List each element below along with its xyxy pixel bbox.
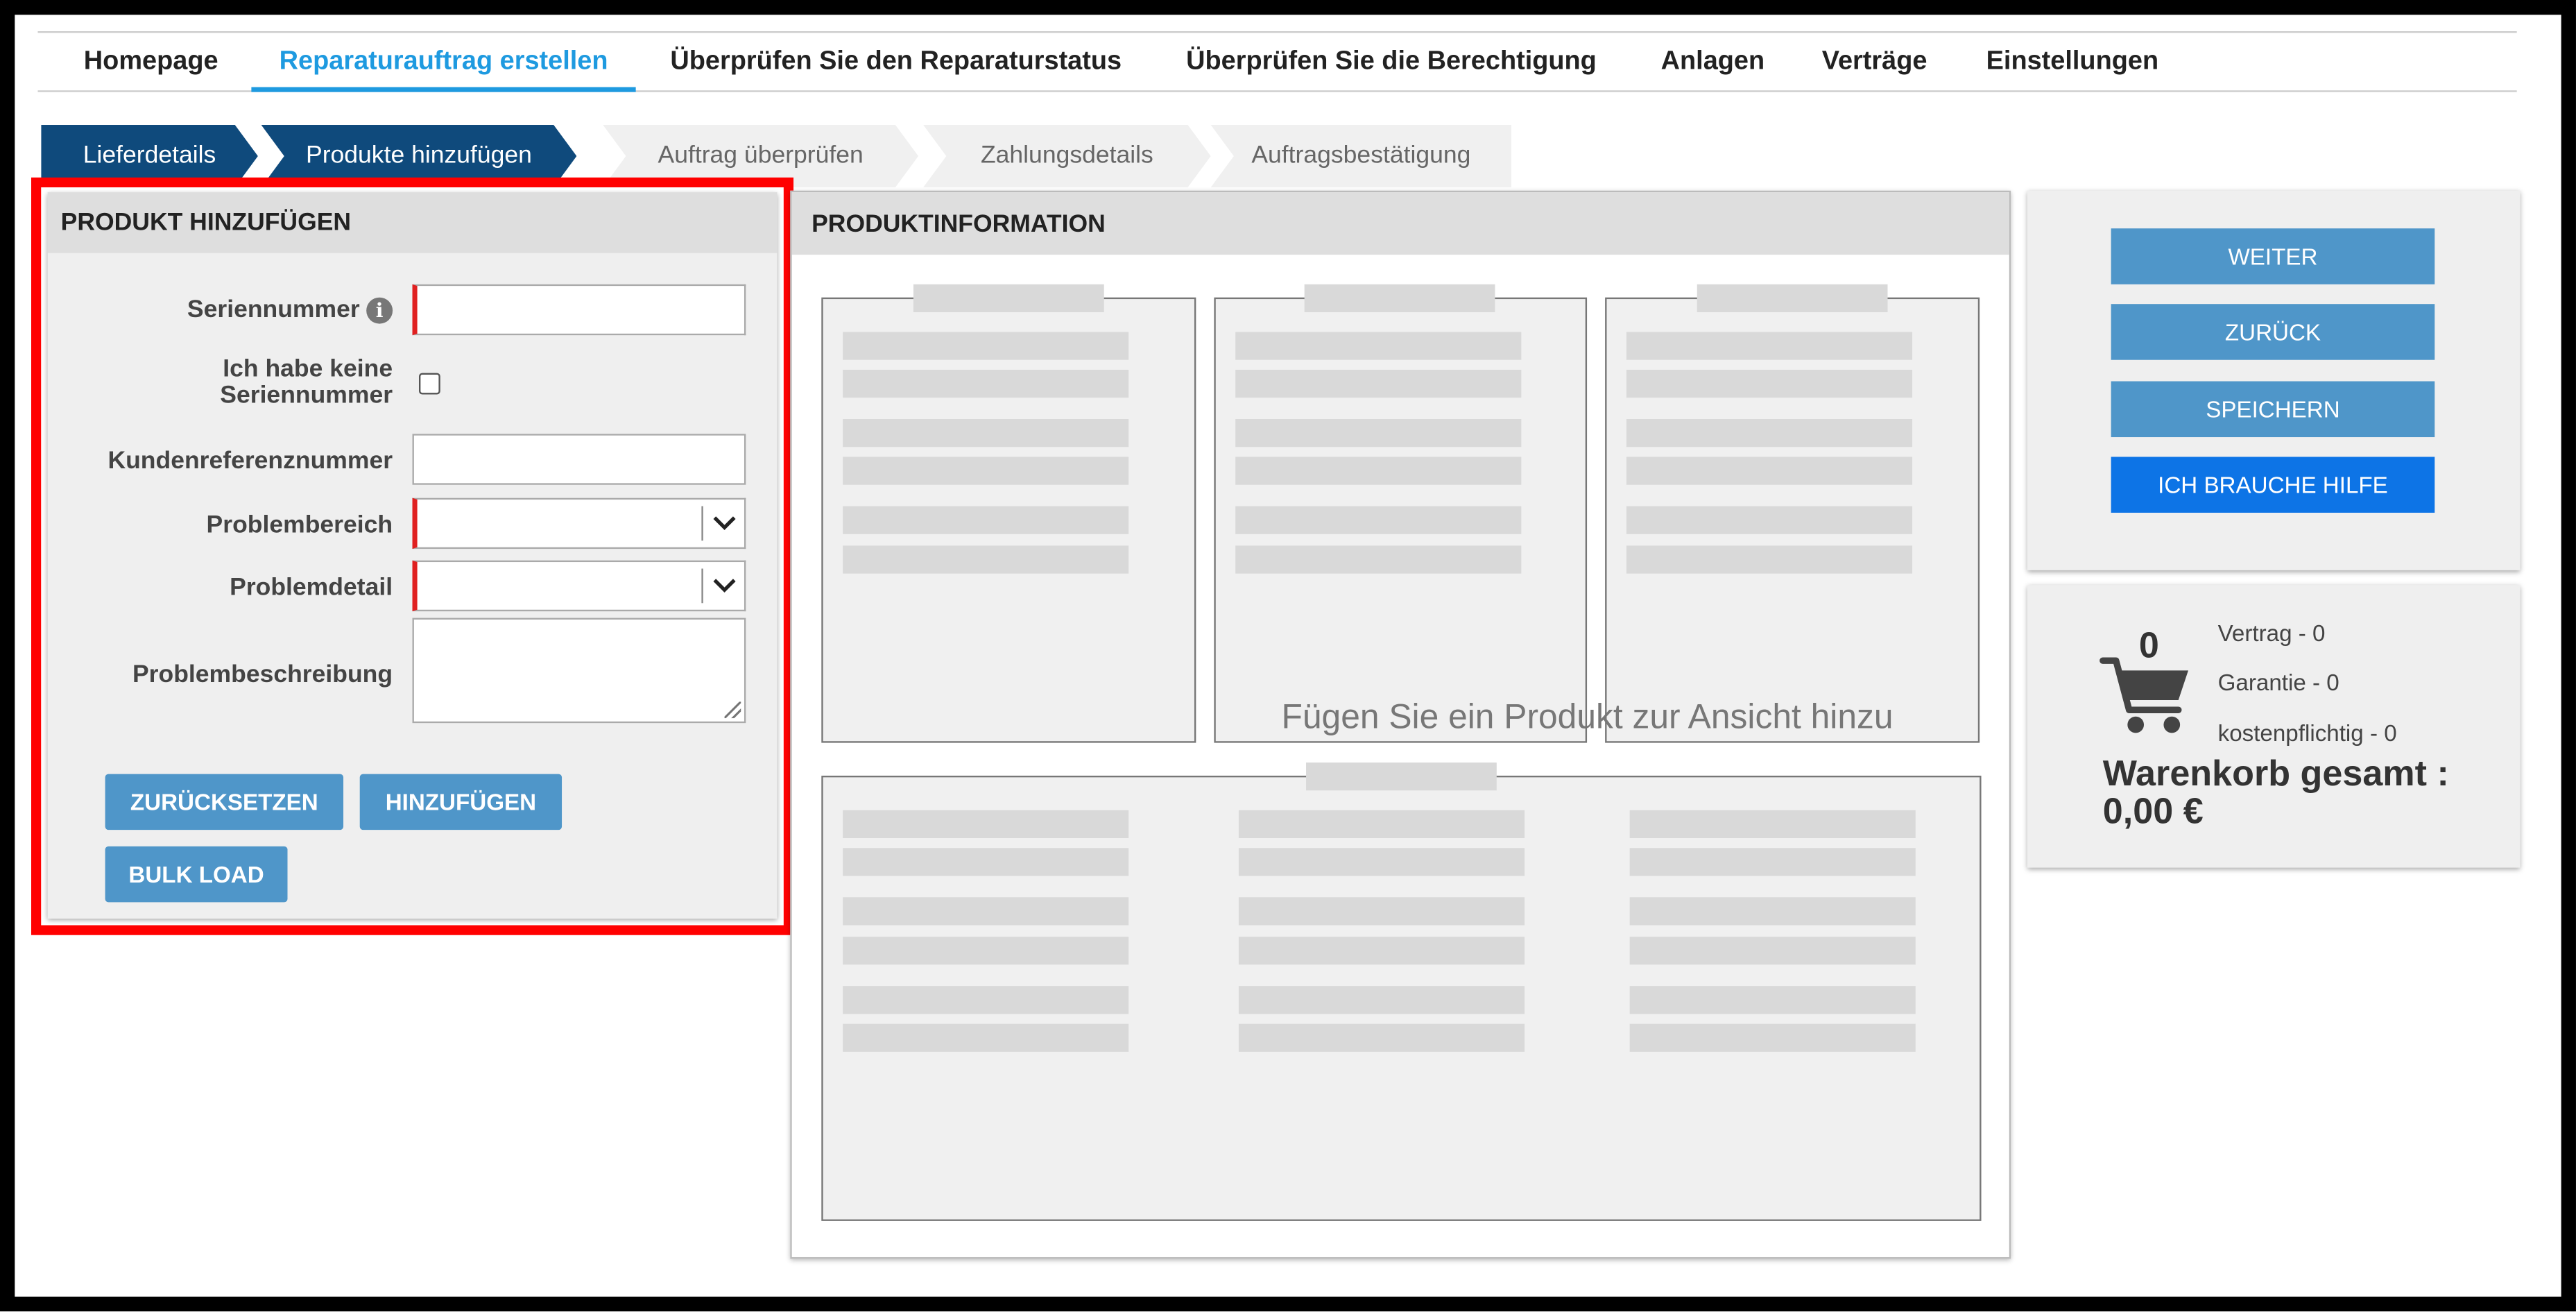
placeholder-line <box>1235 545 1522 574</box>
cart-contract-count: Vertrag - 0 <box>2217 619 2326 646</box>
placeholder-line <box>1235 418 1522 448</box>
placeholder-line <box>1626 418 1913 448</box>
placeholder-line <box>1629 986 1916 1014</box>
nav-settings[interactable]: Einstellungen <box>1986 33 2158 92</box>
product-information-panel: PRODUKTINFORMATION Fügen Sie ein Produkt… <box>790 190 2011 1259</box>
placeholder-line <box>843 545 1129 574</box>
placeholder-tab <box>1697 284 1888 313</box>
placeholder-line <box>1238 848 1525 876</box>
placeholder-line <box>1626 369 1913 398</box>
placeholder-line <box>1238 937 1525 965</box>
nav-check-entitlement[interactable]: Überprüfen Sie die Berechtigung <box>1186 33 1597 92</box>
nav-repair-status[interactable]: Überprüfen Sie den Reparaturstatus <box>670 33 1122 92</box>
placeholder-line <box>843 418 1129 448</box>
placeholder-line <box>1629 848 1916 876</box>
empty-state-message: Fügen Sie ein Produkt zur Ansicht hinzu <box>1281 698 1894 737</box>
placeholder-line <box>843 810 1129 838</box>
placeholder-line <box>843 369 1129 398</box>
placeholder-line <box>1629 897 1916 926</box>
placeholder-line <box>1235 506 1522 534</box>
placeholder-line <box>843 506 1129 534</box>
save-button[interactable]: SPEICHERN <box>2111 381 2435 438</box>
cart-warranty-count: Garantie - 0 <box>2217 669 2339 695</box>
placeholder-line <box>1626 545 1913 574</box>
product-information-title: PRODUKTINFORMATION <box>791 192 2009 255</box>
cart-summary-panel: 0 Vertrag - 0 Garantie - 0 kostenpflicht… <box>2027 585 2521 868</box>
placeholder-line <box>1235 369 1522 398</box>
cart-paid-count: kostenpflichtig - 0 <box>2217 719 2397 747</box>
nav-contracts[interactable]: Verträge <box>1822 33 1927 92</box>
placeholder-line <box>843 1023 1129 1052</box>
cart-total: Warenkorb gesamt : 0,00 € <box>2103 754 2449 830</box>
placeholder-line <box>1626 457 1913 485</box>
nav-homepage[interactable]: Homepage <box>84 33 218 92</box>
placeholder-line <box>843 457 1129 485</box>
placeholder-line <box>1235 332 1522 360</box>
placeholder-tab <box>913 284 1104 313</box>
shopping-cart-icon[interactable] <box>2100 654 2192 736</box>
placeholder-line <box>843 897 1129 926</box>
placeholder-line <box>1238 897 1525 926</box>
screenshot-frame: Homepage Reparaturauftrag erstellen Über… <box>0 0 2576 1312</box>
placeholder-line <box>1629 810 1916 838</box>
cart-total-label: Warenkorb gesamt : <box>2102 752 2449 794</box>
actions-panel: WEITER ZURÜCK SPEICHERN ICH BRAUCHE HILF… <box>2027 190 2521 570</box>
placeholder-tab <box>1306 763 1497 791</box>
placeholder-line <box>1626 332 1913 360</box>
help-button[interactable]: ICH BRAUCHE HILFE <box>2111 457 2435 513</box>
placeholder-line <box>1238 810 1525 838</box>
nav-assets[interactable]: Anlagen <box>1661 33 1765 92</box>
placeholder-line <box>843 937 1129 965</box>
placeholder-line <box>843 848 1129 876</box>
next-button[interactable]: WEITER <box>2111 228 2435 284</box>
cart-total-amount: 0,00 € <box>2102 790 2204 832</box>
placeholder-line <box>843 986 1129 1014</box>
step-order-confirmation[interactable]: Auftragsbestätigung <box>1210 125 1512 188</box>
placeholder-line <box>1238 1023 1525 1052</box>
placeholder-line <box>1626 506 1913 534</box>
nav-create-repair-order[interactable]: Reparaturauftrag erstellen <box>251 33 636 92</box>
placeholder-tab <box>1304 284 1495 313</box>
placeholder-line <box>1235 457 1522 485</box>
step-payment-details[interactable]: Zahlungsdetails <box>923 125 1211 187</box>
placeholder-line <box>1629 1023 1916 1052</box>
back-button[interactable]: ZURÜCK <box>2111 304 2435 360</box>
app-screen: Homepage Reparaturauftrag erstellen Über… <box>15 15 2561 1297</box>
highlight-frame <box>31 177 794 935</box>
placeholder-line <box>1629 937 1916 965</box>
placeholder-line <box>1238 986 1525 1014</box>
main-navigation: Homepage Reparaturauftrag erstellen Über… <box>37 31 2517 92</box>
placeholder-line <box>843 332 1129 360</box>
